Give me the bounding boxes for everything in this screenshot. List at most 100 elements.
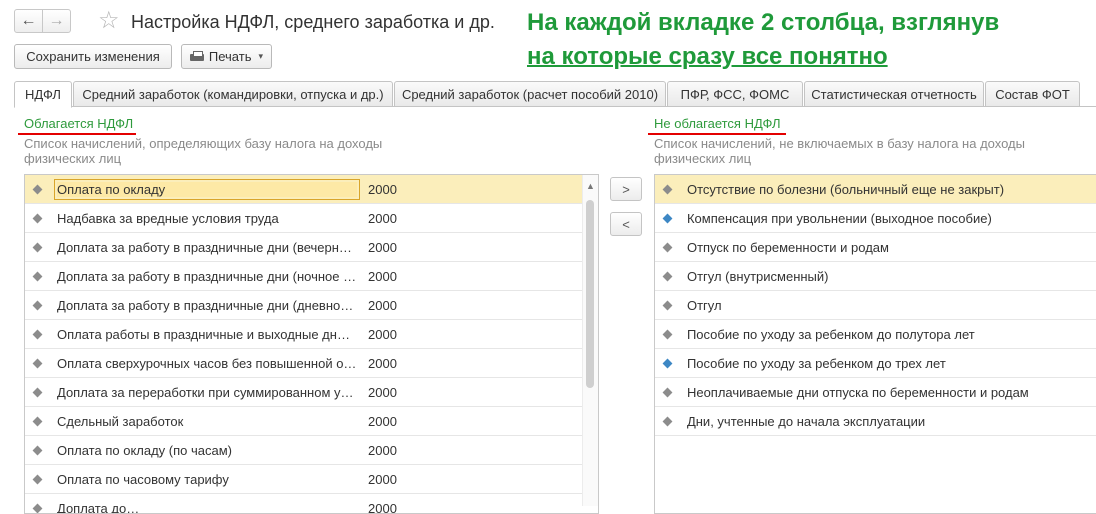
- tab-pfr-fss-foms[interactable]: ПФР, ФСС, ФОМС: [667, 81, 803, 107]
- item-name: Сдельный заработок: [57, 414, 357, 429]
- list-item[interactable]: Надбавка за вредные условия труда 2000: [25, 204, 584, 233]
- item-name: Доплата за работу в праздничные дни (ноч…: [57, 269, 357, 284]
- item-code: 2000: [368, 443, 397, 458]
- list-item[interactable]: Отгул: [655, 291, 1096, 320]
- list-item[interactable]: Оплата по окладу (по часам) 2000: [25, 436, 584, 465]
- item-code: 2000: [368, 356, 397, 371]
- annotation-text: На каждой вкладке 2 столбца, взглянув на…: [527, 6, 999, 74]
- item-name: Дни, учтенные до начала эксплуатации: [687, 414, 1096, 429]
- tab-statistics[interactable]: Статистическая отчетность: [804, 81, 984, 107]
- item-code: 2000: [368, 501, 397, 514]
- gray-diamond-icon: [664, 244, 675, 251]
- non-taxable-panel-title: Не облагается НДФЛ: [654, 116, 780, 131]
- item-name: Неоплачиваемые дни отпуска по беременнос…: [687, 385, 1096, 400]
- item-name: Доплата за работу в праздничные дни (веч…: [57, 240, 357, 255]
- taxable-panel-title: Облагается НДФЛ: [24, 116, 133, 131]
- print-button-label: Печать: [209, 49, 252, 64]
- list-item[interactable]: Оплата по окладу 2000: [25, 175, 584, 204]
- item-name: Оплата по окладу (по часам): [57, 443, 357, 458]
- item-code: 2000: [368, 327, 397, 342]
- move-to-taxable-button[interactable]: <: [610, 212, 642, 236]
- non-taxable-panel-description: Список начислений, не включаемых в базу …: [654, 137, 1034, 166]
- item-code: 2000: [368, 385, 397, 400]
- scrollbar-thumb[interactable]: [586, 200, 594, 388]
- gray-diamond-icon: [34, 302, 45, 309]
- list-item[interactable]: Дни, учтенные до начала эксплуатации: [655, 407, 1096, 436]
- arrow-left-icon: ←: [21, 12, 37, 30]
- gray-diamond-icon: [34, 447, 45, 454]
- taxable-accruals-list[interactable]: Оплата по окладу 2000 Надбавка за вредны…: [24, 174, 599, 514]
- tab-fot-composition[interactable]: Состав ФОТ: [985, 81, 1080, 107]
- gray-diamond-icon: [34, 331, 45, 338]
- gray-diamond-icon: [664, 186, 675, 193]
- gray-diamond-icon: [34, 244, 45, 251]
- item-name: Оплата работы в праздничные и выходные д…: [57, 327, 357, 342]
- annotation-line-1: На каждой вкладке 2 столбца, взглянув: [527, 6, 999, 40]
- list-item[interactable]: Пособие по уходу за ребенком до трех лет: [655, 349, 1096, 378]
- taxable-panel-description: Список начислений, определяющих базу нал…: [24, 137, 404, 166]
- blue-diamond-icon: [664, 215, 675, 222]
- list-item[interactable]: Доплата за работу в праздничные дни (ноч…: [25, 262, 584, 291]
- list-item[interactable]: Оплата сверхурочных часов без повышенной…: [25, 349, 584, 378]
- item-code: 2000: [368, 298, 397, 313]
- gray-diamond-icon: [34, 273, 45, 280]
- window-title: Настройка НДФЛ, среднего заработка и др.: [131, 12, 495, 33]
- forward-button[interactable]: →: [42, 9, 71, 33]
- gray-diamond-icon: [34, 476, 45, 483]
- item-name: Доплата за работу в праздничные дни (дне…: [57, 298, 357, 313]
- list-item[interactable]: Отсутствие по болезни (больничный еще не…: [655, 175, 1096, 204]
- printer-icon: [190, 51, 204, 63]
- chevron-down-icon: ▾: [258, 51, 263, 62]
- back-button[interactable]: ←: [14, 9, 43, 33]
- list-item[interactable]: Доплата за переработки при суммированном…: [25, 378, 584, 407]
- item-code: 2000: [368, 472, 397, 487]
- blue-diamond-icon: [664, 360, 675, 367]
- save-changes-button[interactable]: Сохранить изменения: [14, 44, 172, 69]
- tab-average-earnings-trips[interactable]: Средний заработок (командировки, отпуска…: [73, 81, 393, 107]
- red-underline-right: [648, 133, 786, 135]
- item-name: Доплата до…: [57, 501, 357, 514]
- list-item[interactable]: Оплата по часовому тарифу 2000: [25, 465, 584, 494]
- non-taxable-accruals-list[interactable]: Отсутствие по болезни (больничный еще не…: [654, 174, 1096, 514]
- annotation-line-2: на которые сразу все понятно: [527, 40, 999, 74]
- tab-ndfl[interactable]: НДФЛ: [14, 81, 72, 108]
- gray-diamond-icon: [664, 418, 675, 425]
- gray-diamond-icon: [34, 389, 45, 396]
- gray-diamond-icon: [34, 215, 45, 222]
- gray-diamond-icon: [34, 360, 45, 367]
- gray-diamond-icon: [664, 273, 675, 280]
- list-item[interactable]: Доплата за работу в праздничные дни (дне…: [25, 291, 584, 320]
- item-name: Оплата по окладу: [57, 182, 357, 197]
- favorite-star-icon[interactable]: ☆: [98, 7, 120, 35]
- gray-diamond-icon: [664, 389, 675, 396]
- red-underline-left: [18, 133, 136, 135]
- item-name: Оплата сверхурочных часов без повышенной…: [57, 356, 357, 371]
- item-name: Отгул (внутрисменный): [687, 269, 1096, 284]
- item-name: Компенсация при увольнении (выходное пос…: [687, 211, 1096, 226]
- item-name: Отсутствие по болезни (больничный еще не…: [687, 182, 1096, 197]
- print-button[interactable]: Печать ▾: [181, 44, 272, 69]
- arrow-right-icon: →: [49, 12, 65, 30]
- tab-average-earnings-benefits[interactable]: Средний заработок (расчет пособий 2010): [394, 81, 666, 107]
- list-item[interactable]: Отпуск по беременности и родам: [655, 233, 1096, 262]
- list-item[interactable]: Компенсация при увольнении (выходное пос…: [655, 204, 1096, 233]
- list-item[interactable]: Оплата работы в праздничные и выходные д…: [25, 320, 584, 349]
- list-item[interactable]: Доплата до… 2000: [25, 494, 584, 514]
- item-code: 2000: [368, 211, 397, 226]
- gray-diamond-icon: [664, 302, 675, 309]
- gray-diamond-icon: [34, 186, 45, 193]
- list-item[interactable]: Отгул (внутрисменный): [655, 262, 1096, 291]
- move-to-non-taxable-button[interactable]: >: [610, 177, 642, 201]
- item-name: Отгул: [687, 298, 1096, 313]
- list-item[interactable]: Пособие по уходу за ребенком до полутора…: [655, 320, 1096, 349]
- gray-diamond-icon: [664, 331, 675, 338]
- item-code: 2000: [368, 414, 397, 429]
- item-name: Оплата по часовому тарифу: [57, 472, 357, 487]
- list-item[interactable]: Сдельный заработок 2000: [25, 407, 584, 436]
- item-name: Пособие по уходу за ребенком до трех лет: [687, 356, 1096, 371]
- item-code: 2000: [368, 240, 397, 255]
- list-item[interactable]: Доплата за работу в праздничные дни (веч…: [25, 233, 584, 262]
- item-code: 2000: [368, 182, 397, 197]
- scroll-up-icon[interactable]: ▲: [586, 181, 595, 191]
- list-item[interactable]: Неоплачиваемые дни отпуска по беременнос…: [655, 378, 1096, 407]
